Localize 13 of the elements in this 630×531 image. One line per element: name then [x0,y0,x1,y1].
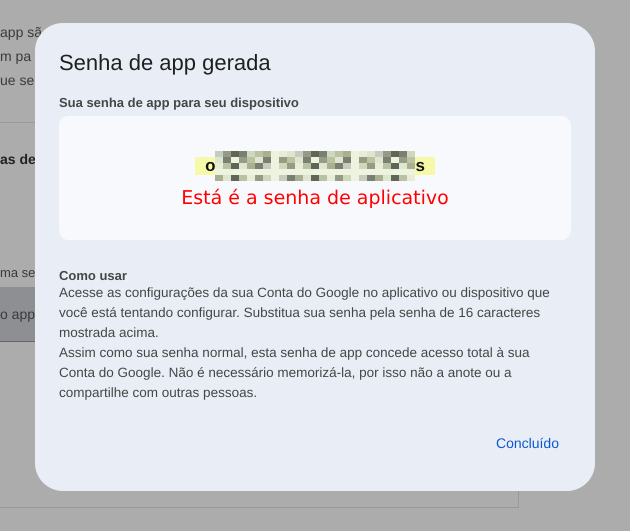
password-character: s [415,156,425,176]
done-button[interactable]: Concluído [484,427,571,459]
section-heading: Como usar [59,268,128,283]
dialog-title: Senha de app gerada [59,49,272,77]
annotation-text: Está é a senha de aplicativo [181,187,449,209]
background-heading: as de [0,150,36,169]
background-text: m pa [0,47,32,66]
instruction-paragraph: Assim como sua senha normal, esta senha de app concede acesso total à sua Conta do Google. Não é necessário memorizá-la, por isso não a anote ou a compartilhe com outras pessoas. [59,344,531,402]
background-text: ma se [0,264,36,282]
password-character: o [205,156,216,176]
instruction-paragraph: Acesse as configurações da sua Conta do Google no aplicativo ou dispositivo que você está tentando configurar. Substitua sua senha pela senha de 16 caracteres mostrada acima. [59,284,551,342]
password-label: Sua senha de app para seu dispositivo [59,95,300,110]
background-text: ue se [0,71,34,90]
